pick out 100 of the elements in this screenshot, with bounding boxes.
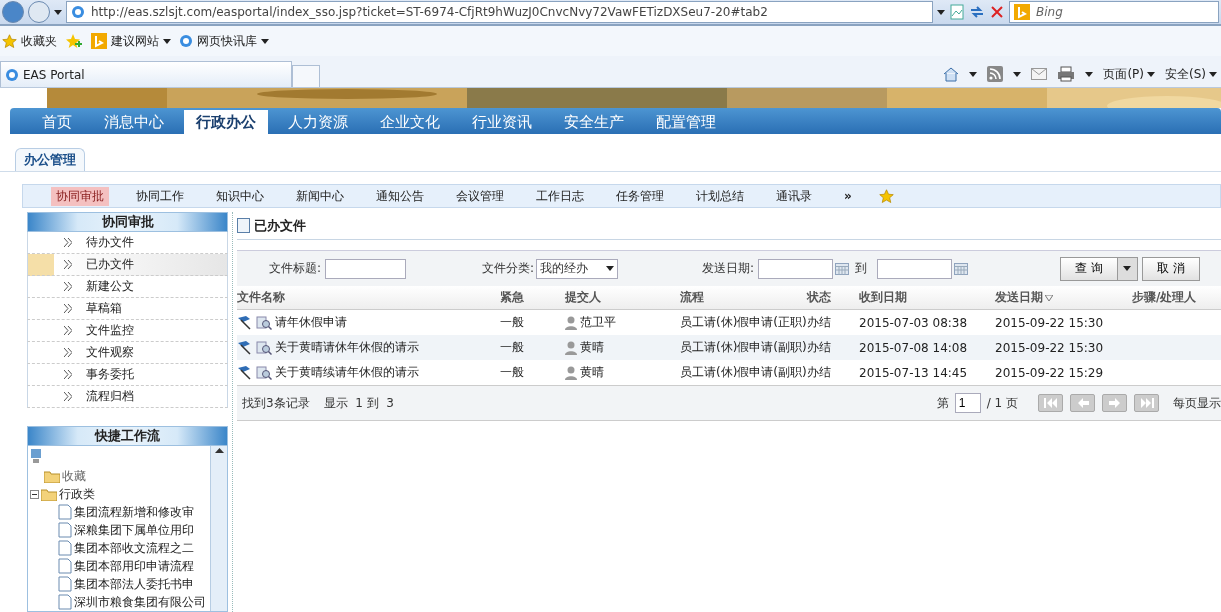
add-favorite-icon xyxy=(65,33,83,49)
more-button[interactable]: » xyxy=(839,188,857,204)
printer-icon xyxy=(1057,66,1076,82)
nav-tab[interactable]: 安全生产 xyxy=(552,110,636,134)
input-field[interactable] xyxy=(325,258,407,279)
column-header[interactable]: 提交人 xyxy=(565,289,680,306)
page-field[interactable]: 1 xyxy=(954,393,981,413)
tree-folder[interactable]: 收藏 xyxy=(62,467,86,485)
nav-tab[interactable]: 行政办公 xyxy=(184,110,268,134)
file-title[interactable]: 关于黄晴续请年休假的请示 xyxy=(275,364,419,381)
arrow-right-icon xyxy=(1107,398,1122,408)
column-header[interactable]: 收到日期 xyxy=(859,289,995,306)
first-page-button[interactable] xyxy=(1038,394,1063,412)
prev-page-button[interactable] xyxy=(1070,394,1095,412)
document-icon xyxy=(58,522,72,538)
star-icon xyxy=(878,188,894,204)
sidebar-item[interactable]: 草稿箱 xyxy=(27,298,228,320)
double-chevron-icon xyxy=(64,392,72,401)
history-caret-icon xyxy=(54,9,62,15)
search-field[interactable]: Bing xyxy=(1009,1,1219,23)
tree-item[interactable]: 集团流程新增和修改审 xyxy=(74,503,194,521)
date-field[interactable] xyxy=(877,258,953,279)
sub-nav-tab[interactable]: 任务管理 xyxy=(611,186,669,206)
scrollbar[interactable] xyxy=(210,446,227,611)
sub-nav-tab[interactable]: 协同工作 xyxy=(131,186,189,206)
tree-item[interactable]: 深圳市粮食集团有限公司 xyxy=(74,593,206,611)
tree-folder[interactable]: 行政类 xyxy=(59,485,95,503)
sub-nav-tab[interactable]: 新闻中心 xyxy=(291,186,349,206)
browser-tab[interactable]: EAS Portal xyxy=(0,61,292,87)
tree-item[interactable]: 集团本部用印申请流程 xyxy=(74,557,194,575)
person-icon xyxy=(565,365,577,380)
new-tab-button[interactable] xyxy=(292,65,320,87)
document-icon xyxy=(58,558,72,574)
sidebar-item[interactable]: 待办文件 xyxy=(27,232,228,254)
computer-icon xyxy=(30,448,42,464)
favorites-link[interactable]: 建议网站 xyxy=(91,32,171,50)
browser-logo-icon xyxy=(71,5,85,19)
document-search-icon xyxy=(256,315,272,330)
category-dropdown[interactable]: 我的经办 xyxy=(536,258,619,279)
submitter-name: 范卫平 xyxy=(580,314,616,331)
sidebar-item[interactable]: 文件观察 xyxy=(27,342,228,364)
address-field[interactable]: http://eas.szlsjt.com/easportal/index_sso.jsp?ticket=ST-6974-CfjRt9hWuzJ0CnvcNvy72VawFETizDXSeu7-20#tab2 xyxy=(66,1,933,23)
file-title[interactable]: 关于黄晴请休年休假的请示 xyxy=(275,339,419,356)
field-label: 文件标题: xyxy=(269,260,322,277)
folder-icon xyxy=(44,469,60,483)
nav-tab[interactable]: 企业文化 xyxy=(368,110,452,134)
sub-nav-tab[interactable]: 协同审批 xyxy=(51,186,109,206)
column-header[interactable]: 发送日期 xyxy=(995,289,1132,306)
query-button[interactable]: 查 询 xyxy=(1060,256,1118,281)
column-header[interactable]: 流程 xyxy=(680,289,807,306)
submitter-name: 黄晴 xyxy=(580,339,604,356)
star-icon xyxy=(2,33,17,49)
column-header[interactable]: 状态 xyxy=(807,289,859,306)
sidebar-item[interactable]: 流程归档 xyxy=(27,386,228,408)
command-menu[interactable]: 页面(P) xyxy=(1103,65,1155,83)
caret-icon xyxy=(937,9,945,15)
column-header[interactable]: 步骤/处理人 xyxy=(1132,289,1221,306)
sub-nav-tab[interactable]: 知识中心 xyxy=(211,186,269,206)
double-chevron-icon xyxy=(64,370,72,379)
query-menu-button[interactable] xyxy=(1117,256,1138,281)
document-search-icon xyxy=(256,365,272,380)
sidebar-item[interactable]: 已办文件 xyxy=(27,254,228,276)
sidebar-item[interactable]: 事务委托 xyxy=(27,364,228,386)
per-page-label: 每页显示 xyxy=(1173,394,1221,412)
table-cell-text: 办结 xyxy=(807,314,832,331)
sub-nav-tab[interactable]: 通知公告 xyxy=(371,186,429,206)
home-icon xyxy=(943,66,960,82)
nav-tab[interactable]: 配置管理 xyxy=(644,110,728,134)
file-title[interactable]: 请年休假申请 xyxy=(275,314,347,331)
nav-tab[interactable]: 人力资源 xyxy=(276,110,360,134)
sidebar-item[interactable]: 新建公文 xyxy=(27,276,228,298)
browser-logo-icon xyxy=(179,34,193,48)
tree-item[interactable]: 集团本部收文流程之二 xyxy=(74,539,194,557)
caret-icon xyxy=(1209,71,1217,77)
document-icon xyxy=(58,576,72,592)
date-field[interactable] xyxy=(758,258,834,279)
table-cell-text: 2015-09-22 15:30 xyxy=(995,315,1105,330)
sub-nav-tab[interactable]: 会议管理 xyxy=(451,186,509,206)
table-cell-text: 一般 xyxy=(500,314,525,331)
nav-tab[interactable]: 消息中心 xyxy=(92,110,176,134)
cancel-button[interactable]: 取 消 xyxy=(1141,256,1200,281)
sub-nav-tab[interactable]: 计划总结 xyxy=(691,186,749,206)
flag-icon xyxy=(237,315,253,330)
command-menu[interactable]: 安全(S) xyxy=(1165,65,1217,83)
last-page-button[interactable] xyxy=(1134,394,1159,412)
section-title: 办公管理 xyxy=(15,148,85,171)
column-header[interactable]: 紧急 xyxy=(500,289,565,306)
favorites-link[interactable]: 网页快讯库 xyxy=(179,32,269,50)
favorites-button[interactable]: 收藏夹 xyxy=(2,32,57,50)
sidebar-item[interactable]: 文件监控 xyxy=(27,320,228,342)
sub-nav-tab[interactable]: 工作日志 xyxy=(531,186,589,206)
next-page-button[interactable] xyxy=(1102,394,1127,412)
column-header[interactable]: 文件名称 xyxy=(237,289,500,306)
field-label: 文件分类: xyxy=(482,260,535,277)
nav-tab[interactable]: 首页 xyxy=(30,110,84,134)
sub-nav-tab[interactable]: 通讯录 xyxy=(771,186,817,206)
tree-item[interactable]: 深粮集团下属单位用印 xyxy=(74,521,194,539)
field-label: 发送日期: xyxy=(702,260,755,277)
nav-tab[interactable]: 行业资讯 xyxy=(460,110,544,134)
tree-item[interactable]: 集团本部法人委托书申 xyxy=(74,575,194,593)
